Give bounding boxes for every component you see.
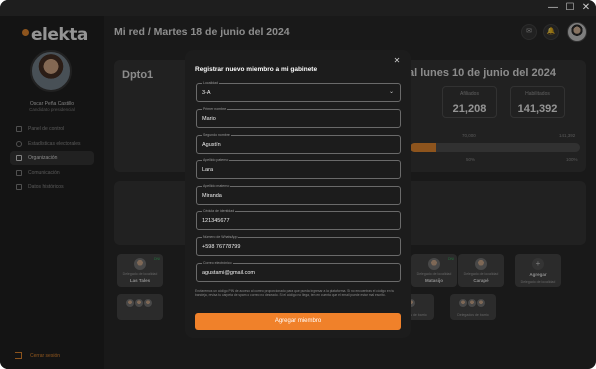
close-window-button[interactable]: ✕: [580, 2, 592, 14]
add-member-button[interactable]: Agregar miembro: [195, 313, 401, 330]
title-bar: — ☐ ✕: [0, 0, 596, 16]
first-name-field[interactable]: Primer nombre Mario: [196, 107, 401, 128]
field-label: Primer nombre: [202, 107, 228, 111]
field-value: agustami@gmail.com: [202, 270, 255, 276]
app-window: — ☐ ✕ elekta Oscar Peña Castillo Candida…: [0, 0, 596, 369]
field-value: 121345677: [202, 218, 230, 224]
middle-name-field[interactable]: Segundo nombre Agustín: [196, 133, 401, 154]
modal-title: Registrar nuevo miembro a mi gabinete: [195, 66, 318, 73]
field-label: Apellido paterno: [202, 158, 230, 162]
field-value: Miranda: [202, 193, 222, 199]
chevron-down-icon: ⌄: [388, 89, 394, 95]
field-label: Apellido materno: [202, 184, 231, 188]
field-label: Segundo nombre: [202, 133, 231, 137]
maternal-surname-field[interactable]: Apellido materno Miranda: [196, 184, 401, 205]
paternal-surname-field[interactable]: Apellido paterno Lara: [196, 158, 401, 179]
maximize-button[interactable]: ☐: [564, 2, 576, 14]
localidad-select[interactable]: Localidad 3-A ⌄: [196, 81, 401, 102]
field-value: Agustín: [202, 142, 221, 148]
field-value: Mario: [202, 116, 216, 122]
whatsapp-field[interactable]: Número de WhatsApp +598 76778799: [196, 235, 401, 256]
field-value: +598 76778799: [202, 244, 241, 250]
close-icon[interactable]: ✕: [392, 56, 402, 66]
field-value: 3-A: [202, 90, 211, 96]
field-label: Número de WhatsApp: [202, 235, 239, 239]
field-label: Localidad: [202, 81, 219, 85]
id-number-field[interactable]: Cédula de identidad 121345677: [196, 209, 401, 230]
field-label: Correo electrónico: [202, 261, 233, 265]
modal-note: Enviaremos un código PIN de acceso al co…: [195, 289, 395, 298]
email-field[interactable]: Correo electrónico agustami@gmail.com: [196, 261, 401, 282]
field-value: Lara: [202, 167, 214, 173]
minimize-button[interactable]: —: [547, 2, 559, 14]
field-label: Cédula de identidad: [202, 209, 236, 213]
